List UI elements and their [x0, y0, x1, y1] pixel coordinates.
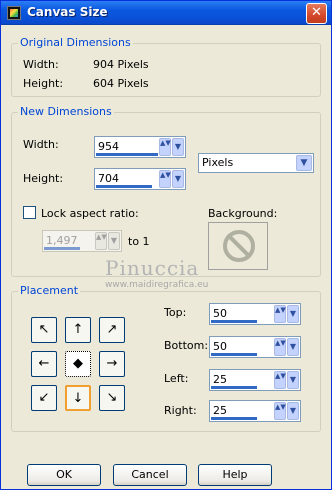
anchor-center-icon[interactable]: ◆ [65, 351, 91, 377]
height-dropdown-icon[interactable]: ▼ [172, 170, 184, 188]
right-spin-arrows-icon[interactable]: ▲▼ [274, 402, 286, 420]
cancel-button[interactable]: Cancel [113, 464, 187, 486]
units-select[interactable]: Pixels ▼ [198, 153, 314, 173]
app-icon [7, 6, 21, 20]
aspect-ratio-suffix: to 1 [128, 235, 150, 248]
new-height-label: Height: [23, 172, 64, 185]
left-dropdown-icon[interactable]: ▼ [287, 371, 299, 389]
left-slider-bar[interactable] [211, 386, 257, 389]
ok-button[interactable]: OK [27, 464, 101, 486]
left-label: Left: [164, 372, 189, 385]
left-spinbox[interactable]: 25 ▲▼ ▼ [209, 369, 301, 391]
anchor-left-icon[interactable]: ← [31, 351, 57, 377]
close-button[interactable]: ✕ [306, 3, 327, 24]
right-value: 25 [213, 404, 227, 417]
window-title: Canvas Size [27, 5, 108, 19]
original-height-label: Height: [23, 77, 64, 90]
anchor-top-right-icon[interactable]: ↗ [99, 317, 125, 343]
background-label: Background: [208, 207, 278, 220]
top-slider-bar[interactable] [211, 320, 257, 323]
lock-aspect-checkbox[interactable] [23, 206, 36, 219]
bottom-spin-arrows-icon[interactable]: ▲▼ [274, 338, 286, 356]
original-width-label: Width: [23, 58, 59, 71]
title-bar[interactable]: Canvas Size ✕ [1, 1, 331, 25]
right-dropdown-icon[interactable]: ▼ [287, 402, 299, 420]
width-slider-bar[interactable] [96, 153, 158, 156]
watermark-url: www.maidiregrafica.eu [105, 280, 209, 290]
width-value: 954 [98, 140, 119, 153]
original-width-value: 904 Pixels [93, 58, 149, 71]
aspect-ratio-slider-bar [44, 247, 80, 250]
bottom-label: Bottom: [164, 339, 209, 352]
right-spinbox[interactable]: 25 ▲▼ ▼ [209, 400, 301, 422]
anchor-bottom-icon[interactable]: ↓ [65, 385, 91, 411]
top-spinbox[interactable]: 50 ▲▼ ▼ [209, 303, 301, 325]
left-spin-arrows-icon[interactable]: ▲▼ [274, 371, 286, 389]
aspect-ratio-dropdown-icon: ▼ [108, 232, 120, 250]
anchor-top-icon[interactable]: ↑ [65, 317, 91, 343]
top-label: Top: [164, 306, 187, 319]
height-value: 704 [98, 172, 119, 185]
left-value: 25 [213, 373, 227, 386]
aspect-ratio-spin-arrows-icon: ▲▼ [95, 232, 107, 250]
bottom-slider-bar[interactable] [211, 353, 257, 356]
units-dropdown-icon[interactable]: ▼ [296, 155, 312, 171]
width-spinbox[interactable]: 954 ▲▼ ▼ [94, 136, 186, 158]
anchor-top-left-icon[interactable]: ↖ [31, 317, 57, 343]
placement-anchor-grid: ↖ ↑ ↗ ← ◆ → ↙ ↓ ↘ [31, 317, 127, 413]
original-dimensions-label: Original Dimensions [18, 36, 133, 49]
bottom-value: 50 [213, 340, 227, 353]
height-spin-arrows-icon[interactable]: ▲▼ [159, 170, 171, 188]
bottom-spinbox[interactable]: 50 ▲▼ ▼ [209, 336, 301, 358]
new-dimensions-label: New Dimensions [18, 105, 114, 118]
background-swatch[interactable] [208, 222, 268, 270]
canvas-size-dialog: Canvas Size ✕ Original Dimensions Width:… [0, 0, 332, 490]
top-value: 50 [213, 307, 227, 320]
anchor-right-icon[interactable]: → [99, 351, 125, 377]
lock-aspect-label: Lock aspect ratio: [41, 207, 139, 220]
width-spin-arrows-icon[interactable]: ▲▼ [159, 138, 171, 156]
right-slider-bar[interactable] [211, 417, 257, 420]
bottom-dropdown-icon[interactable]: ▼ [287, 338, 299, 356]
watermark-title: Pinuccia [105, 256, 200, 280]
no-color-icon [223, 230, 255, 262]
right-label: Right: [164, 404, 197, 417]
height-slider-bar[interactable] [96, 185, 152, 188]
help-button[interactable]: Help [198, 464, 272, 486]
top-spin-arrows-icon[interactable]: ▲▼ [274, 305, 286, 323]
width-dropdown-icon[interactable]: ▼ [172, 138, 184, 156]
new-width-label: Width: [23, 138, 59, 151]
placement-label: Placement [18, 284, 81, 297]
units-value: Pixels [202, 156, 234, 169]
anchor-bottom-left-icon[interactable]: ↙ [31, 385, 57, 411]
height-spinbox[interactable]: 704 ▲▼ ▼ [94, 168, 186, 190]
aspect-ratio-spinbox: 1,497 ▲▼ ▼ [42, 230, 122, 252]
aspect-ratio-value: 1,497 [46, 234, 78, 247]
top-dropdown-icon[interactable]: ▼ [287, 305, 299, 323]
original-height-value: 604 Pixels [93, 77, 149, 90]
anchor-bottom-right-icon[interactable]: ↘ [99, 385, 125, 411]
